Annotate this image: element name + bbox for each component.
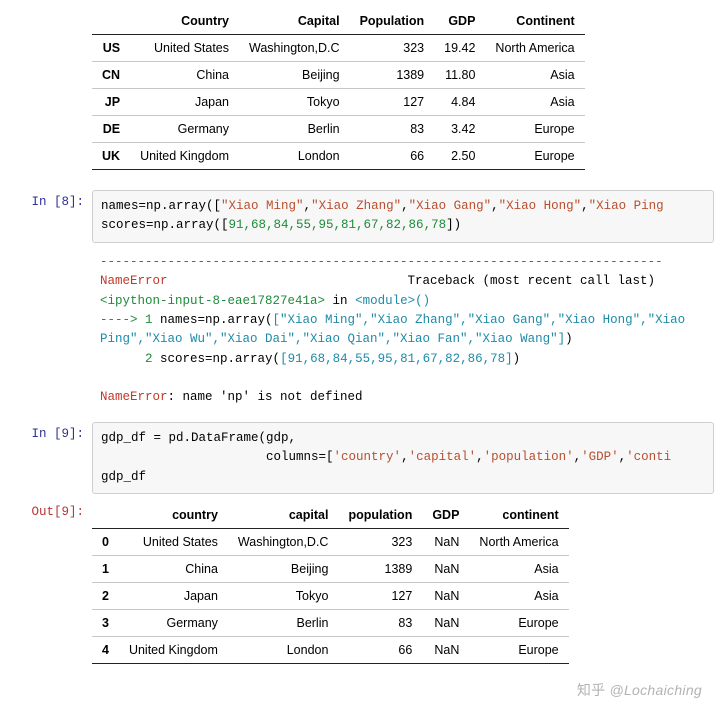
error-name-final: NameError xyxy=(100,390,168,404)
prompt-in-9: In [9]: xyxy=(6,422,92,494)
col-index xyxy=(92,8,130,35)
watermark: 知乎@Lochaiching xyxy=(577,680,702,700)
col-population: population xyxy=(338,502,422,529)
table-head: Country Capital Population GDP Continent xyxy=(92,8,585,35)
col-index xyxy=(92,502,119,529)
traceback-divider: ----------------------------------------… xyxy=(100,255,663,269)
prior-output-row: Country Capital Population GDP Continent… xyxy=(6,6,714,184)
table-row: DEGermanyBerlin833.42Europe xyxy=(92,116,585,143)
prompt-in-8: In [8]: xyxy=(6,190,92,243)
prompt-out-9: Out[9]: xyxy=(6,500,92,678)
table-row: 1ChinaBeijing1389NaNAsia xyxy=(92,555,569,582)
col-population: Population xyxy=(350,8,435,35)
table-row: 4United KingdomLondon66NaNEurope xyxy=(92,636,569,663)
cell-8-output-prompt xyxy=(6,249,92,416)
table-row: USUnited StatesWashington,D.C32319.42Nor… xyxy=(92,35,585,62)
traceback-arrow: ----> 1 xyxy=(100,313,160,327)
col-continent: continent xyxy=(469,502,568,529)
cell-8-output-row: ----------------------------------------… xyxy=(6,249,714,416)
table-row: 3GermanyBerlin83NaNEurope xyxy=(92,609,569,636)
error-name: NameError xyxy=(100,274,168,288)
col-capital: capital xyxy=(228,502,339,529)
cell-8-input-row: In [8]: names=np.array(["Xiao Ming","Xia… xyxy=(6,190,714,243)
code-input-9[interactable]: gdp_df = pd.DataFrame(gdp, columns=['cou… xyxy=(92,422,714,494)
col-capital: Capital xyxy=(239,8,350,35)
cell-9-input-row: In [9]: gdp_df = pd.DataFrame(gdp, colum… xyxy=(6,422,714,494)
table-body: USUnited StatesWashington,D.C32319.42Nor… xyxy=(92,35,585,170)
error-message: : name 'np' is not defined xyxy=(168,390,363,404)
code-input-8[interactable]: names=np.array(["Xiao Ming","Xiao Zhang"… xyxy=(92,190,714,243)
table-row: JPJapanTokyo1274.84Asia xyxy=(92,89,585,116)
table-row: CNChinaBeijing138911.80Asia xyxy=(92,62,585,89)
watermark-logo: 知乎 xyxy=(577,682,606,698)
dataframe-table-9: country capital population GDP continent… xyxy=(92,502,569,664)
col-gdp: GDP xyxy=(422,502,469,529)
output-area-9: country capital population GDP continent… xyxy=(92,500,714,678)
table-body: 0United StatesWashington,D.C323NaNNorth … xyxy=(92,528,569,663)
prior-output-prompt xyxy=(6,6,92,184)
table-row: UKUnited KingdomLondon662.50Europe xyxy=(92,143,585,170)
watermark-handle: @Lochaiching xyxy=(609,682,702,698)
col-country: country xyxy=(119,502,228,529)
col-gdp: GDP xyxy=(434,8,485,35)
col-country: Country xyxy=(130,8,239,35)
table-row: 0United StatesWashington,D.C323NaNNorth … xyxy=(92,528,569,555)
module-ref: <module> xyxy=(355,294,415,308)
col-continent: Continent xyxy=(485,8,584,35)
table-row: 2JapanTokyo127NaNAsia xyxy=(92,582,569,609)
table-head: country capital population GDP continent xyxy=(92,502,569,529)
ipython-input-ref: <ipython-input-8-eae17827e41a> xyxy=(100,294,325,308)
traceback-8: ----------------------------------------… xyxy=(92,249,714,416)
cell-9-output-row: Out[9]: country capital population GDP c… xyxy=(6,500,714,678)
prior-output-area: Country Capital Population GDP Continent… xyxy=(92,6,714,184)
dataframe-table-top: Country Capital Population GDP Continent… xyxy=(92,8,585,170)
traceback-label: Traceback (most recent call last) xyxy=(408,274,656,288)
